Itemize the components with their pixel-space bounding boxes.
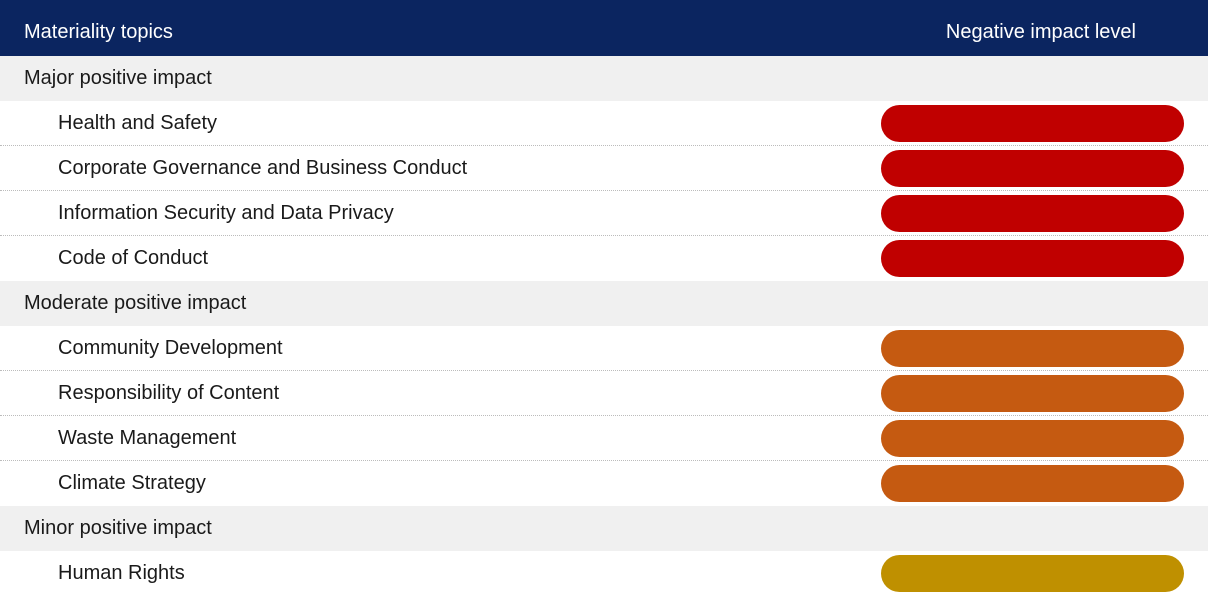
impact-level-bar-major	[881, 104, 1184, 142]
group-row-moderate: Moderate positive impact	[0, 281, 1208, 326]
table-row: Community Development	[0, 326, 1208, 371]
group-label: Minor positive impact	[24, 517, 212, 539]
impact-level-bar-major	[881, 194, 1184, 232]
table-row: Code of Conduct	[0, 236, 1208, 281]
table-row: Responsibility of Content	[0, 371, 1208, 416]
impact-level-bar-moderate	[881, 465, 1184, 502]
group-row-minor: Minor positive impact	[0, 506, 1208, 551]
impact-level-bar-moderate	[881, 419, 1184, 457]
table-row: Climate Strategy	[0, 461, 1208, 506]
table-row: Information Security and Data Privacy	[0, 191, 1208, 236]
group-row-major: Major positive impact	[0, 56, 1208, 101]
topic-label: Waste Management	[58, 426, 237, 449]
impact-level-bar-minor	[881, 555, 1184, 592]
group-label: Moderate positive impact	[24, 292, 247, 314]
group-label: Major positive impact	[24, 67, 212, 89]
table-row: Corporate Governance and Business Conduc…	[0, 146, 1208, 191]
impact-level-bar-major	[881, 240, 1184, 277]
header-materiality-topics: Materiality topics	[24, 20, 173, 43]
topic-label: Code of Conduct	[58, 247, 209, 269]
impact-level-bar-major	[881, 149, 1184, 187]
topic-label: Community Development	[58, 336, 283, 359]
impact-level-bar-moderate	[881, 329, 1184, 367]
topic-label: Information Security and Data Privacy	[58, 201, 394, 224]
materiality-table: Materiality topics Negative impact level…	[0, 0, 1208, 596]
table-header: Materiality topics Negative impact level	[0, 0, 1208, 56]
topic-label: Human Rights	[58, 562, 185, 584]
topic-label: Climate Strategy	[58, 472, 206, 494]
topic-label: Health and Safety	[58, 111, 217, 134]
table-row: Human Rights	[0, 551, 1208, 596]
topic-label: Responsibility of Content	[58, 381, 280, 404]
header-negative-impact-level: Negative impact level	[945, 20, 1136, 43]
table-row: Health and Safety	[0, 101, 1208, 146]
topic-label: Corporate Governance and Business Conduc…	[58, 156, 468, 179]
table-row: Waste Management	[0, 416, 1208, 461]
impact-level-bar-moderate	[881, 374, 1184, 412]
